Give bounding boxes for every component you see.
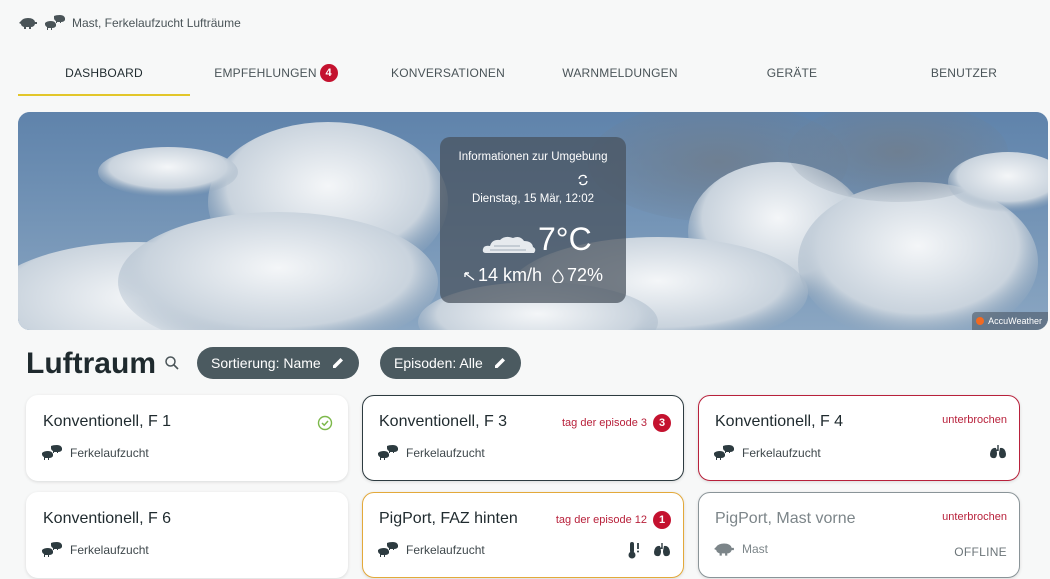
- piglets-icon: [45, 15, 65, 30]
- breadcrumb: Mast, Ferkelaufzucht Lufträume: [18, 14, 241, 32]
- temperature-value: 7°C: [538, 221, 592, 257]
- card-name: PigPort, Mast vorne: [715, 510, 856, 527]
- tab-warnmeldungen[interactable]: WARNMELDUNGEN: [534, 50, 706, 96]
- edit-pencil-icon: [494, 358, 505, 368]
- piglets-icon: [42, 542, 62, 557]
- interrupted-status: unterbrochen: [942, 414, 1007, 426]
- piglets-icon: [42, 445, 62, 460]
- card-name: Konventionell, F 6: [43, 510, 172, 527]
- sort-chip-label: Sortierung: Name: [211, 355, 321, 371]
- tab-empfehlungen[interactable]: EMPFEHLUNGEN 4: [190, 50, 362, 96]
- main-tabs: DASHBOARD EMPFEHLUNGEN 4 KONVERSATIONEN W…: [18, 50, 1050, 96]
- weather-details: 14 km/h 72%: [440, 265, 626, 286]
- card-name: Konventionell, F 1: [43, 413, 172, 430]
- recommendations-count-badge: 4: [319, 64, 338, 82]
- episodes-chip-label: Episoden: Alle: [394, 355, 483, 371]
- humidity-drop-icon: [552, 268, 564, 283]
- tab-konversationen[interactable]: KONVERSATIONEN: [362, 50, 534, 96]
- status-badge: 1: [653, 511, 671, 529]
- accuweather-label: AccuWeather: [988, 316, 1042, 326]
- card-type: Ferkelaufzucht: [377, 445, 485, 461]
- card-name: PigPort, FAZ hinten: [379, 510, 518, 527]
- tab-label: EMPFEHLUNGEN: [214, 66, 317, 80]
- airspace-card[interactable]: Konventionell, F 3 tag der episode 3 3 Fe…: [362, 395, 684, 481]
- airspace-card[interactable]: PigPort, Mast vorne unterbrochen Mast OF…: [698, 492, 1020, 578]
- card-type: Ferkelaufzucht: [41, 542, 149, 558]
- airspace-card[interactable]: Konventionell, F 4 unterbrochen Ferkelau…: [698, 395, 1020, 481]
- wind-direction-icon: [464, 271, 475, 281]
- card-type-label: Ferkelaufzucht: [406, 543, 485, 557]
- tab-dashboard[interactable]: DASHBOARD: [18, 50, 190, 96]
- edit-pencil-icon: [332, 358, 343, 368]
- card-type-label: Mast: [742, 542, 769, 556]
- humidity-info: 72%: [552, 265, 603, 286]
- cloudy-weather-icon: [482, 236, 536, 253]
- card-type: Ferkelaufzucht: [377, 542, 485, 558]
- airspace-card[interactable]: Konventionell, F 1 Ferkelaufzucht: [26, 395, 348, 481]
- tab-label: WARNMELDUNGEN: [562, 66, 678, 80]
- page: Mast, Ferkelaufzucht Lufträume DASHBOARD…: [0, 0, 1050, 579]
- section-title: Luftraum: [26, 347, 156, 380]
- tab-geraete[interactable]: GERÄTE: [706, 50, 878, 96]
- card-alert-icons: [627, 541, 671, 559]
- search-icon[interactable]: [164, 355, 180, 371]
- wind-info: 14 km/h: [463, 265, 542, 286]
- tab-label: BENUTZER: [930, 66, 998, 80]
- card-type: Ferkelaufzucht: [41, 445, 149, 461]
- card-type-label: Ferkelaufzucht: [70, 446, 149, 460]
- lungs-icon: [990, 445, 1006, 459]
- status-text: tag der episode 3: [561, 417, 647, 429]
- breadcrumb-text[interactable]: Mast, Ferkelaufzucht Lufträume: [72, 16, 241, 30]
- card-type: Mast: [713, 542, 768, 556]
- tab-label: GERÄTE: [766, 66, 818, 80]
- sort-chip[interactable]: Sortierung: Name: [197, 347, 359, 379]
- card-type-label: Ferkelaufzucht: [70, 543, 149, 557]
- piglets-icon: [378, 542, 398, 557]
- temperature-alert-icon: [628, 542, 639, 559]
- weather-banner: Informationen zur Umgebung Dienstag, 15 …: [18, 112, 1048, 330]
- offline-label: OFFLINE: [954, 545, 1007, 559]
- accuweather-sun-icon: [976, 317, 985, 325]
- weather-info-panel: Informationen zur Umgebung Dienstag, 15 …: [440, 137, 626, 303]
- pig-icon: [19, 18, 37, 29]
- pig-icon: [714, 543, 734, 556]
- card-type: Ferkelaufzucht: [713, 445, 821, 461]
- episode-status: tag der episode 3 3: [562, 414, 671, 432]
- interrupted-status: unterbrochen: [942, 511, 1007, 523]
- card-name: Konventionell, F 4: [715, 413, 844, 430]
- status-text: tag der episode 12: [555, 514, 647, 526]
- piglets-icon: [714, 445, 734, 460]
- status-badge: 3: [653, 414, 671, 432]
- card-type-label: Ferkelaufzucht: [406, 446, 485, 460]
- card-name: Konventionell, F 3: [379, 413, 508, 430]
- tab-label: DASHBOARD: [65, 66, 143, 80]
- wind-speed: 14 km/h: [477, 265, 542, 285]
- airspace-card[interactable]: PigPort, FAZ hinten tag der episode 12 1 …: [362, 492, 684, 578]
- weather-title: Informationen zur Umgebung: [458, 151, 608, 163]
- episodes-chip[interactable]: Episoden: Alle: [380, 347, 521, 379]
- lungs-icon: [654, 543, 670, 557]
- piglets-icon: [378, 445, 398, 460]
- humidity-value: 72%: [567, 265, 604, 285]
- weather-date: Dienstag, 15 Mär, 12:02: [471, 193, 595, 205]
- card-type-label: Ferkelaufzucht: [742, 446, 821, 460]
- episode-status: tag der episode 12 1: [556, 511, 671, 529]
- refresh-icon[interactable]: [576, 173, 590, 187]
- card-alert-icons: [989, 444, 1007, 460]
- check-circle-icon: [317, 415, 333, 431]
- tab-label: KONVERSATIONEN: [391, 66, 505, 80]
- airspace-card[interactable]: Konventionell, F 6 Ferkelaufzucht: [26, 492, 348, 578]
- accuweather-logo[interactable]: AccuWeather: [972, 312, 1048, 330]
- tab-benutzer[interactable]: BENUTZER: [878, 50, 1050, 96]
